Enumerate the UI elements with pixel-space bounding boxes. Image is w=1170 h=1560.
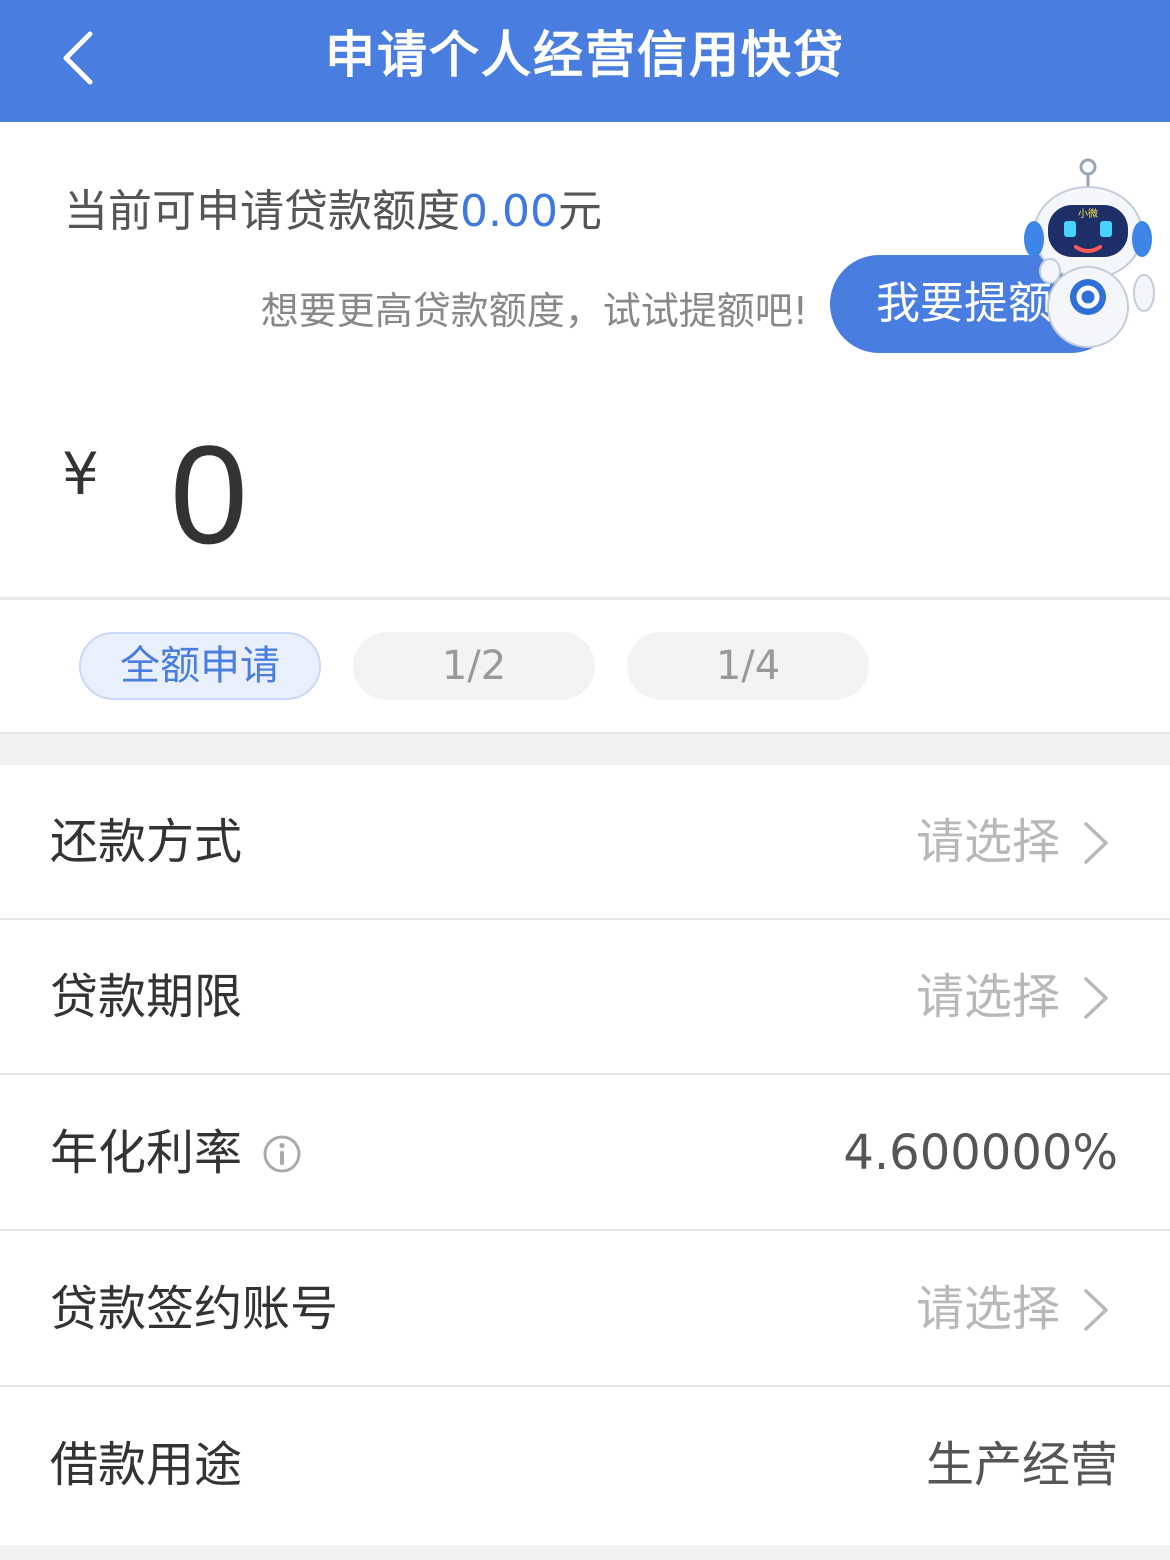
half-amount-option[interactable]: 1/2: [353, 632, 595, 700]
chevron-right-icon: [1084, 822, 1108, 864]
signing-account-label: 贷款签约账号: [50, 1281, 339, 1337]
page-title: 申请个人经营信用快贷: [325, 26, 845, 84]
repayment-method-row[interactable]: 还款方式 请选择: [0, 765, 1170, 920]
repayment-method-value: 请选择: [915, 814, 1060, 870]
annual-rate-row: 年化利率 4.600000%: [0, 1076, 1170, 1231]
quota-amount: 0.00: [460, 186, 558, 237]
divider: [0, 597, 1170, 600]
signing-account-value: 请选择: [915, 1281, 1060, 1337]
quarter-amount-option[interactable]: 1/4: [627, 632, 869, 700]
signing-account-row[interactable]: 贷款签约账号 请选择: [0, 1232, 1170, 1387]
annual-rate-label: 年化利率: [50, 1125, 243, 1181]
currency-symbol: ¥: [62, 440, 99, 508]
repayment-method-label: 还款方式: [50, 814, 243, 870]
section-separator: [0, 732, 1170, 765]
loan-term-label: 贷款期限: [50, 969, 243, 1025]
mascot-badge: 小微: [1078, 207, 1098, 220]
chevron-right-icon: [1084, 977, 1108, 1019]
loan-purpose-value: 生产经营: [925, 1437, 1118, 1493]
available-quota: 当前可申请贷款额度0.00元: [64, 175, 602, 239]
loan-amount-input[interactable]: 0: [170, 415, 248, 575]
loan-purpose-label: 借款用途: [50, 1437, 243, 1493]
loan-purpose-row: 借款用途 生产经营: [0, 1388, 1170, 1543]
chevron-right-icon: [1084, 1289, 1108, 1331]
annual-rate-value: 4.600000%: [843, 1125, 1118, 1181]
top-nav-bar: 申请个人经营信用快贷: [0, 0, 1170, 122]
quota-label: 当前可申请贷款额度: [64, 186, 460, 237]
bottom-separator: [0, 1545, 1170, 1560]
loan-term-value: 请选择: [915, 969, 1060, 1025]
robot-mascot-icon[interactable]: 小微: [1020, 155, 1160, 355]
loan-term-row[interactable]: 贷款期限 请选择: [0, 920, 1170, 1075]
quota-unit: 元: [557, 186, 602, 237]
raise-quota-hint: 想要更高贷款额度，试试提额吧!: [260, 289, 808, 333]
info-icon[interactable]: [262, 1134, 302, 1174]
full-amount-option[interactable]: 全额申请: [79, 632, 321, 700]
